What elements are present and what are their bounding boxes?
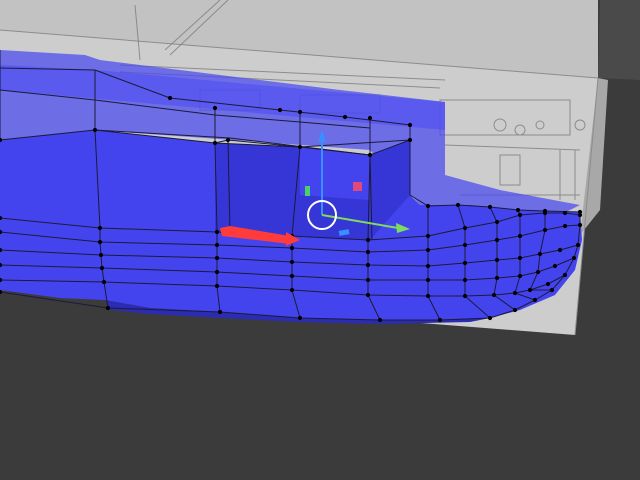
mesh-vertex[interactable] xyxy=(97,239,103,245)
mesh-vertex[interactable] xyxy=(105,305,111,311)
mesh-vertex[interactable] xyxy=(462,293,468,299)
mesh-vertex[interactable] xyxy=(491,292,497,298)
mesh-vertex[interactable] xyxy=(512,307,518,313)
mesh-vertex[interactable] xyxy=(462,277,468,283)
mesh-vertex[interactable] xyxy=(92,127,98,133)
mesh-vertex[interactable] xyxy=(365,277,371,283)
mesh-vertex[interactable] xyxy=(214,269,220,275)
mesh-vertex[interactable] xyxy=(462,242,468,248)
mesh-vertex[interactable] xyxy=(99,265,105,271)
mesh-vertex[interactable] xyxy=(425,293,431,299)
mesh-vertex[interactable] xyxy=(571,255,577,261)
mesh-vertex[interactable] xyxy=(277,107,283,113)
mesh-vertex[interactable] xyxy=(494,237,500,243)
mesh-vertex[interactable] xyxy=(532,297,538,303)
mesh-vertex[interactable] xyxy=(407,122,413,128)
mesh-vertex[interactable] xyxy=(289,245,295,251)
mesh-vertex[interactable] xyxy=(365,237,371,243)
mesh-vertex[interactable] xyxy=(455,202,461,208)
mesh-vertex[interactable] xyxy=(367,115,373,121)
mesh-vertex[interactable] xyxy=(494,219,500,225)
mesh-vertex[interactable] xyxy=(365,262,371,268)
mesh-vertex[interactable] xyxy=(562,272,568,278)
mesh-vertex[interactable] xyxy=(437,317,443,323)
mesh-vertex[interactable] xyxy=(97,225,103,231)
mesh-vertex[interactable] xyxy=(494,257,500,263)
mesh-vertex[interactable] xyxy=(535,269,541,275)
mesh-vertex[interactable] xyxy=(562,210,568,216)
mesh-vertex[interactable] xyxy=(517,233,523,239)
mesh-vertex[interactable] xyxy=(425,277,431,283)
mesh-vertex[interactable] xyxy=(367,152,373,158)
mesh-vertex[interactable] xyxy=(212,105,218,111)
mesh-vertex[interactable] xyxy=(577,222,583,228)
mesh-vertex[interactable] xyxy=(552,263,558,269)
mesh-vertex[interactable] xyxy=(289,259,295,265)
mesh-vertex[interactable] xyxy=(425,247,431,253)
mesh-vertex[interactable] xyxy=(577,209,583,215)
mesh-vertex[interactable] xyxy=(517,273,523,279)
mesh-vertex[interactable] xyxy=(517,255,523,261)
yz-plane-handle[interactable] xyxy=(305,186,310,196)
mesh-vertex[interactable] xyxy=(425,203,431,209)
mesh-vertex[interactable] xyxy=(515,207,521,213)
mesh-vertex[interactable] xyxy=(575,242,581,248)
mesh-vertex[interactable] xyxy=(98,252,104,258)
mesh-vertex[interactable] xyxy=(425,233,431,239)
mesh-vertex[interactable] xyxy=(225,137,231,143)
mesh-vertex[interactable] xyxy=(297,144,303,150)
viewport-canvas[interactable] xyxy=(0,0,640,480)
mesh-vertex[interactable] xyxy=(562,223,568,229)
mesh-vertex[interactable] xyxy=(527,287,533,293)
mesh-vertex[interactable] xyxy=(512,290,518,296)
mesh-vertex[interactable] xyxy=(537,251,543,257)
mesh-vertex[interactable] xyxy=(542,227,548,233)
mesh-vertex[interactable] xyxy=(425,263,431,269)
mesh-vertex[interactable] xyxy=(167,95,173,101)
xz-plane-handle[interactable] xyxy=(353,182,362,191)
mesh-vertex[interactable] xyxy=(462,225,468,231)
mesh-vertex[interactable] xyxy=(494,275,500,281)
mesh-vertex[interactable] xyxy=(549,287,555,293)
mesh-vertex[interactable] xyxy=(212,140,218,146)
mesh-vertex[interactable] xyxy=(297,109,303,115)
mesh-vertex[interactable] xyxy=(214,255,220,261)
mesh-vertex[interactable] xyxy=(557,247,563,253)
mesh-vertex[interactable] xyxy=(487,315,493,321)
mesh-vertex[interactable] xyxy=(545,281,551,287)
mesh-vertex[interactable] xyxy=(365,292,371,298)
mesh-vertex[interactable] xyxy=(377,317,383,323)
mesh-vertex[interactable] xyxy=(289,273,295,279)
mesh-vertex[interactable] xyxy=(289,287,295,293)
mesh-vertex[interactable] xyxy=(542,208,548,214)
mesh-vertex[interactable] xyxy=(407,137,413,143)
mesh-vertex[interactable] xyxy=(101,279,107,285)
mesh-vertex[interactable] xyxy=(297,315,303,321)
mesh-vertex[interactable] xyxy=(517,212,523,218)
mesh-vertex[interactable] xyxy=(462,260,468,266)
mesh-vertex[interactable] xyxy=(365,249,371,255)
mesh-vertex[interactable] xyxy=(217,309,223,315)
mesh-vertex[interactable] xyxy=(342,114,348,120)
mesh-vertex[interactable] xyxy=(214,229,220,235)
3d-viewport[interactable] xyxy=(0,0,640,480)
mesh-vertex[interactable] xyxy=(487,204,493,210)
mesh-vertex[interactable] xyxy=(214,242,220,248)
mesh-vertex[interactable] xyxy=(214,283,220,289)
